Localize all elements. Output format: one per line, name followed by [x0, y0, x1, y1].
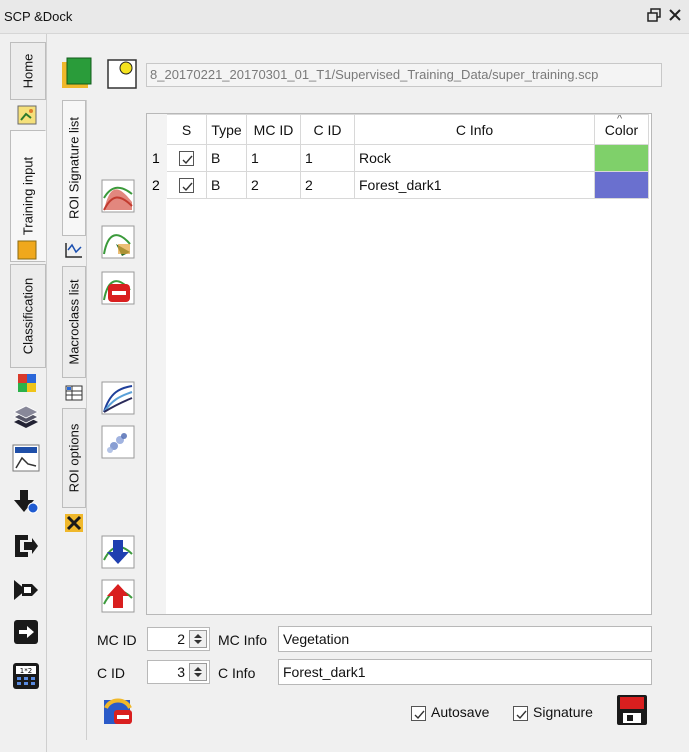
tab-classification-label: Classification	[20, 277, 36, 355]
close-icon[interactable]	[666, 6, 684, 24]
row-type[interactable]: B	[206, 171, 247, 199]
column-header-mc-id[interactable]: MC ID	[246, 114, 301, 145]
training-file-path-field[interactable]: 8_20170221_20170301_01_T1/Supervised_Tra…	[146, 63, 662, 87]
mc-id-value: 2	[177, 631, 185, 647]
tab-home-label: Home	[20, 53, 36, 89]
tab-roi-options[interactable]: ROI options	[62, 408, 86, 508]
mc-info-field[interactable]: Vegetation	[278, 626, 652, 652]
column-header-c-info[interactable]: C Info	[354, 114, 595, 145]
download-band-icon[interactable]	[12, 488, 40, 516]
table-header-row: S Type MC ID C ID C Info ^ Color	[147, 114, 649, 145]
mc-id-spinbox[interactable]: 2	[147, 627, 210, 651]
tab-roi-signature-list[interactable]: ROI Signature list	[62, 100, 86, 236]
column-header-color[interactable]: ^ Color	[594, 114, 649, 145]
column-header-c-id[interactable]: C ID	[300, 114, 355, 145]
show-scatter-plot-button[interactable]	[100, 424, 136, 460]
left-strip-divider	[46, 34, 47, 752]
c-id-value: 3	[177, 664, 185, 680]
row-number-column	[147, 144, 166, 614]
c-id-spinbox[interactable]: 3	[147, 660, 210, 684]
undo-save-button[interactable]	[100, 692, 136, 728]
row-c-info[interactable]: Rock	[354, 144, 595, 172]
autosave-checkbox[interactable]	[411, 705, 426, 721]
macroclass-table-icon	[64, 383, 84, 403]
row-c-id[interactable]: 2	[300, 171, 355, 199]
sort-indicator-icon: ^	[617, 114, 623, 126]
import-signatures-button[interactable]	[100, 534, 136, 570]
mc-id-label: MC ID	[97, 632, 137, 648]
tab-roi-options-label: ROI options	[66, 423, 82, 493]
row-select-cell[interactable]	[166, 171, 207, 199]
signature-label: Signature	[533, 704, 593, 720]
autosave-label: Autosave	[431, 704, 490, 720]
dock-title: SCP &Dock	[4, 9, 73, 24]
row-select-checkbox[interactable]	[179, 151, 194, 167]
band-processing-icon[interactable]	[12, 576, 40, 604]
show-spectral-plot-button[interactable]	[100, 380, 136, 416]
spin-arrows-icon[interactable]	[189, 663, 207, 681]
signature-grid: S Type MC ID C ID C Info ^ Color 1 B 1 1…	[147, 114, 649, 199]
row-mc-id[interactable]: 1	[246, 144, 301, 172]
autosave-checkbox-row[interactable]: Autosave	[411, 704, 489, 721]
training-input-icon	[16, 239, 38, 261]
spectral-plot-icon[interactable]	[12, 444, 40, 472]
tab-classification[interactable]: Classification	[10, 264, 46, 368]
mc-info-label: MC Info	[218, 632, 268, 648]
svg-text:1*2: 1*2	[20, 667, 32, 675]
delete-signature-button[interactable]	[100, 270, 136, 306]
signature-list-icon	[64, 240, 84, 260]
save-training-input-button[interactable]	[614, 692, 650, 728]
row-type[interactable]: B	[206, 144, 247, 172]
classification-icon	[16, 372, 38, 394]
column-header-s[interactable]: S	[166, 114, 207, 145]
table-row[interactable]: 2 B 2 2 Forest_dark1	[147, 171, 649, 199]
table-corner	[147, 114, 167, 145]
create-training-input-button[interactable]	[58, 56, 94, 90]
c-info-field[interactable]: Forest_dark1	[278, 659, 652, 685]
merge-signatures-button[interactable]	[100, 224, 136, 260]
float-restore-icon[interactable]	[645, 6, 663, 24]
tab-macroclass-list-label: Macroclass list	[66, 279, 82, 365]
band-calc-icon[interactable]: 1*2	[12, 662, 40, 690]
row-c-info[interactable]: Forest_dark1	[354, 171, 595, 199]
signature-checkbox[interactable]	[513, 705, 528, 721]
row-color-swatch[interactable]	[594, 144, 649, 172]
row-mc-id[interactable]: 2	[246, 171, 301, 199]
row-select-cell[interactable]	[166, 144, 207, 172]
tab-roi-signature-list-label: ROI Signature list	[66, 117, 82, 219]
row-select-checkbox[interactable]	[179, 178, 194, 194]
signature-checkbox-row[interactable]: Signature	[513, 704, 593, 721]
tab-home[interactable]: Home	[10, 42, 46, 100]
signature-table[interactable]: S Type MC ID C ID C Info ^ Color 1 B 1 1…	[146, 113, 652, 615]
row-number: 1	[147, 144, 167, 172]
export-signatures-button[interactable]	[100, 578, 136, 614]
c-info-label: C Info	[218, 665, 256, 681]
roi-options-tools-icon	[64, 513, 84, 533]
table-row[interactable]: 1 B 1 1 Rock	[147, 144, 649, 172]
c-id-label: C ID	[97, 665, 125, 681]
preprocessing-icon[interactable]	[12, 532, 40, 560]
add-to-signature-plot-button[interactable]	[100, 178, 136, 214]
row-color-swatch[interactable]	[594, 171, 649, 199]
spin-arrows-icon[interactable]	[189, 630, 207, 648]
band-set-icon[interactable]	[12, 404, 40, 432]
tab-training-input-label: Training input	[20, 156, 36, 236]
subtab-divider	[86, 100, 87, 740]
open-training-input-button[interactable]	[104, 56, 140, 90]
dock-titlebar: SCP &Dock	[0, 0, 689, 34]
row-c-id[interactable]: 1	[300, 144, 355, 172]
postprocessing-icon[interactable]	[12, 618, 40, 646]
tab-macroclass-list[interactable]: Macroclass list	[62, 266, 86, 378]
row-number: 2	[147, 171, 167, 199]
home-icon	[16, 104, 38, 126]
column-header-type[interactable]: Type	[206, 114, 247, 145]
